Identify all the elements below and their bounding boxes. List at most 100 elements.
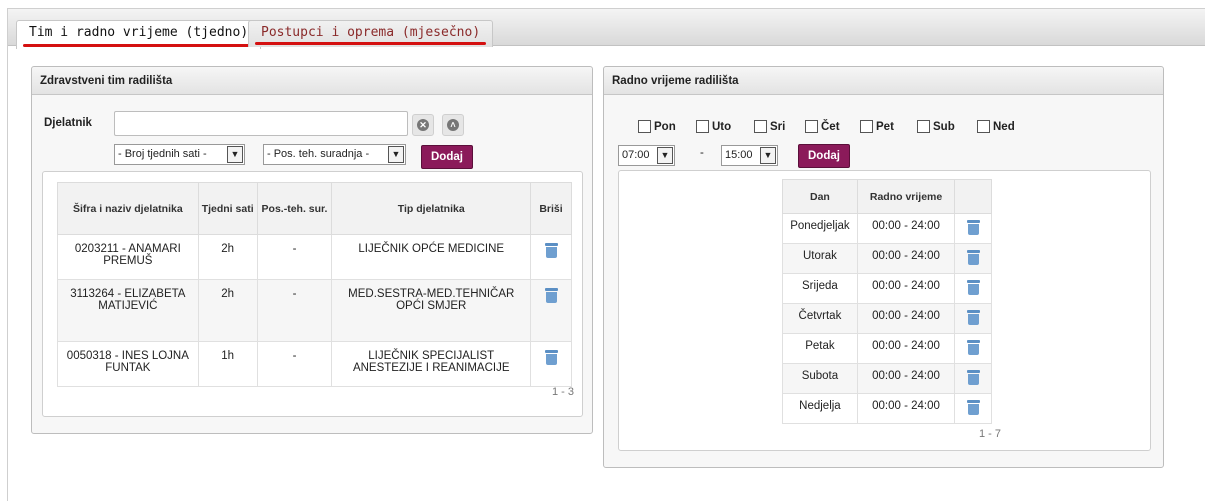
trash-icon[interactable] [544, 350, 558, 365]
delete-cell [954, 393, 992, 424]
hours-panel: Radno vrijeme radilišta Pon Uto Sri Čet … [603, 66, 1164, 468]
time-separator: - [700, 147, 704, 159]
col-header[interactable]: Tjedni sati [197, 182, 258, 235]
chevron-down-icon: ▼ [227, 146, 243, 163]
weekly-hours-select[interactable]: - Broj tjednih sati - ▼ [114, 144, 245, 165]
trash-icon[interactable] [966, 280, 980, 295]
col-header[interactable]: Tip djelatnika [331, 182, 532, 235]
team-panel: Zdravstveni tim radilišta Djelatnik ✕ ˄ … [31, 66, 593, 434]
pager: 1 - 3 [551, 386, 574, 398]
hours-grid: Dan Radno vrijeme Ponedjeljak 00:00 - 24:… [618, 170, 1151, 451]
to-time-select[interactable]: 15:00 ▼ [721, 145, 778, 166]
trash-icon[interactable] [966, 340, 980, 355]
chevron-down-icon: ▼ [657, 147, 673, 164]
table-row[interactable]: 3113264 - ELIZABETA MATIJEVIĆ 2h - MED.S… [57, 279, 572, 342]
trash-icon[interactable] [544, 243, 558, 258]
pos-teh: - [256, 341, 333, 387]
table-row[interactable]: Četvrtak 00:00 - 24:00 [782, 303, 992, 334]
table-row[interactable]: Ponedjeljak 00:00 - 24:00 [782, 213, 992, 244]
weekly-hours: 1h [197, 341, 258, 387]
col-header[interactable]: Dan [782, 179, 858, 214]
select-value: - Broj tjednih sati - [118, 148, 207, 160]
tab-procedures-equipment[interactable]: Postupci i oprema (mjesečno) [248, 20, 494, 47]
col-header[interactable]: Šifra i naziv djelatnika [57, 182, 199, 235]
employee-input[interactable] [114, 111, 408, 136]
tab-team-hours[interactable]: Tim i radno vrijeme (tjedno) [16, 20, 262, 49]
select-value: - Pos. teh. suradnja - [267, 148, 370, 160]
from-time-select[interactable]: 07:00 ▼ [618, 145, 675, 166]
delete-cell [530, 279, 572, 342]
employee-grid: Šifra i naziv djelatnika Tjedni sati Pos… [42, 171, 583, 417]
clear-icon: ✕ [417, 119, 429, 131]
clear-button[interactable]: ✕ [412, 114, 434, 136]
day-checkbox-ned[interactable]: Ned [977, 120, 1015, 133]
day-label: Uto [712, 120, 732, 133]
checkbox[interactable] [805, 120, 818, 133]
day-name: Subota [782, 363, 858, 394]
day-label: Pon [654, 120, 676, 133]
table-row[interactable]: Srijeda 00:00 - 24:00 [782, 273, 992, 304]
day-label: Čet [821, 120, 840, 133]
col-header[interactable]: Briši [530, 182, 572, 235]
checkbox[interactable] [860, 120, 873, 133]
chevron-down-icon: ▼ [388, 146, 404, 163]
trash-icon[interactable] [966, 400, 980, 415]
day-label: Sub [933, 120, 955, 133]
delete-cell [954, 213, 992, 244]
add-employee-button[interactable]: Dodaj [421, 145, 473, 169]
trash-icon[interactable] [966, 310, 980, 325]
day-checkbox-cet[interactable]: Čet [805, 120, 840, 133]
delete-cell [954, 333, 992, 364]
table-row[interactable]: 0203211 - ANAMARI PREMUŠ 2h - LIJEČNIK O… [57, 234, 572, 280]
employee-name: 3113264 - ELIZABETA MATIJEVIĆ [57, 279, 199, 342]
day-checkbox-pon[interactable]: Pon [638, 120, 676, 133]
weekly-hours: 2h [197, 234, 258, 280]
delete-cell [954, 363, 992, 394]
checkbox[interactable] [754, 120, 767, 133]
pager: 1 - 7 [979, 428, 1002, 440]
col-header[interactable]: Radno vrijeme [856, 179, 956, 214]
work-time: 00:00 - 24:00 [856, 333, 956, 364]
employee-type: LIJEČNIK OPĆE MEDICINE [331, 234, 532, 280]
expand-button[interactable]: ˄ [442, 114, 464, 136]
delete-cell [954, 273, 992, 304]
day-checkbox-pet[interactable]: Pet [860, 120, 894, 133]
delete-cell [530, 234, 572, 280]
employee-name: 0203211 - ANAMARI PREMUŠ [57, 234, 199, 280]
table-row[interactable]: Petak 00:00 - 24:00 [782, 333, 992, 364]
hours-table: Dan Radno vrijeme Ponedjeljak 00:00 - 24:… [782, 179, 992, 424]
table-row[interactable]: Nedjelja 00:00 - 24:00 [782, 393, 992, 424]
work-time: 00:00 - 24:00 [856, 393, 956, 424]
add-hours-button[interactable]: Dodaj [798, 144, 850, 168]
day-checkbox-sri[interactable]: Sri [754, 120, 785, 133]
checkbox[interactable] [638, 120, 651, 133]
employee-type: MED.SESTRA-MED.TEHNIČAR OPĆI SMJER [331, 279, 532, 342]
tab-underline [255, 42, 487, 45]
day-checkbox-sub[interactable]: Sub [917, 120, 955, 133]
trash-icon[interactable] [966, 370, 980, 385]
col-header[interactable]: Pos.-teh. sur. [256, 182, 333, 235]
day-checkbox-uto[interactable]: Uto [696, 120, 731, 133]
checkbox[interactable] [696, 120, 709, 133]
chevron-down-icon: ▼ [760, 147, 776, 164]
checkbox[interactable] [917, 120, 930, 133]
trash-icon[interactable] [966, 250, 980, 265]
col-header [954, 179, 992, 214]
checkbox[interactable] [977, 120, 990, 133]
table-row[interactable]: 0050318 - INES LOJNA FUNTAK 1h - LIJEČNI… [57, 341, 572, 387]
delete-cell [954, 303, 992, 334]
day-name: Utorak [782, 243, 858, 274]
trash-icon[interactable] [544, 288, 558, 303]
table-row[interactable]: Utorak 00:00 - 24:00 [782, 243, 992, 274]
pos-teh-select[interactable]: - Pos. teh. suradnja - ▼ [263, 144, 406, 165]
select-value: 07:00 [622, 149, 650, 161]
trash-icon[interactable] [966, 220, 980, 235]
day-label: Ned [993, 120, 1015, 133]
employee-name: 0050318 - INES LOJNA FUNTAK [57, 341, 199, 387]
select-value: 15:00 [725, 149, 753, 161]
employee-table: Šifra i naziv djelatnika Tjedni sati Pos… [57, 182, 572, 387]
table-row[interactable]: Subota 00:00 - 24:00 [782, 363, 992, 394]
tab-label: Tim i radno vrijeme (tjedno) [29, 25, 249, 40]
work-time: 00:00 - 24:00 [856, 273, 956, 304]
tab-label: Postupci i oprema (mjesečno) [261, 25, 481, 40]
